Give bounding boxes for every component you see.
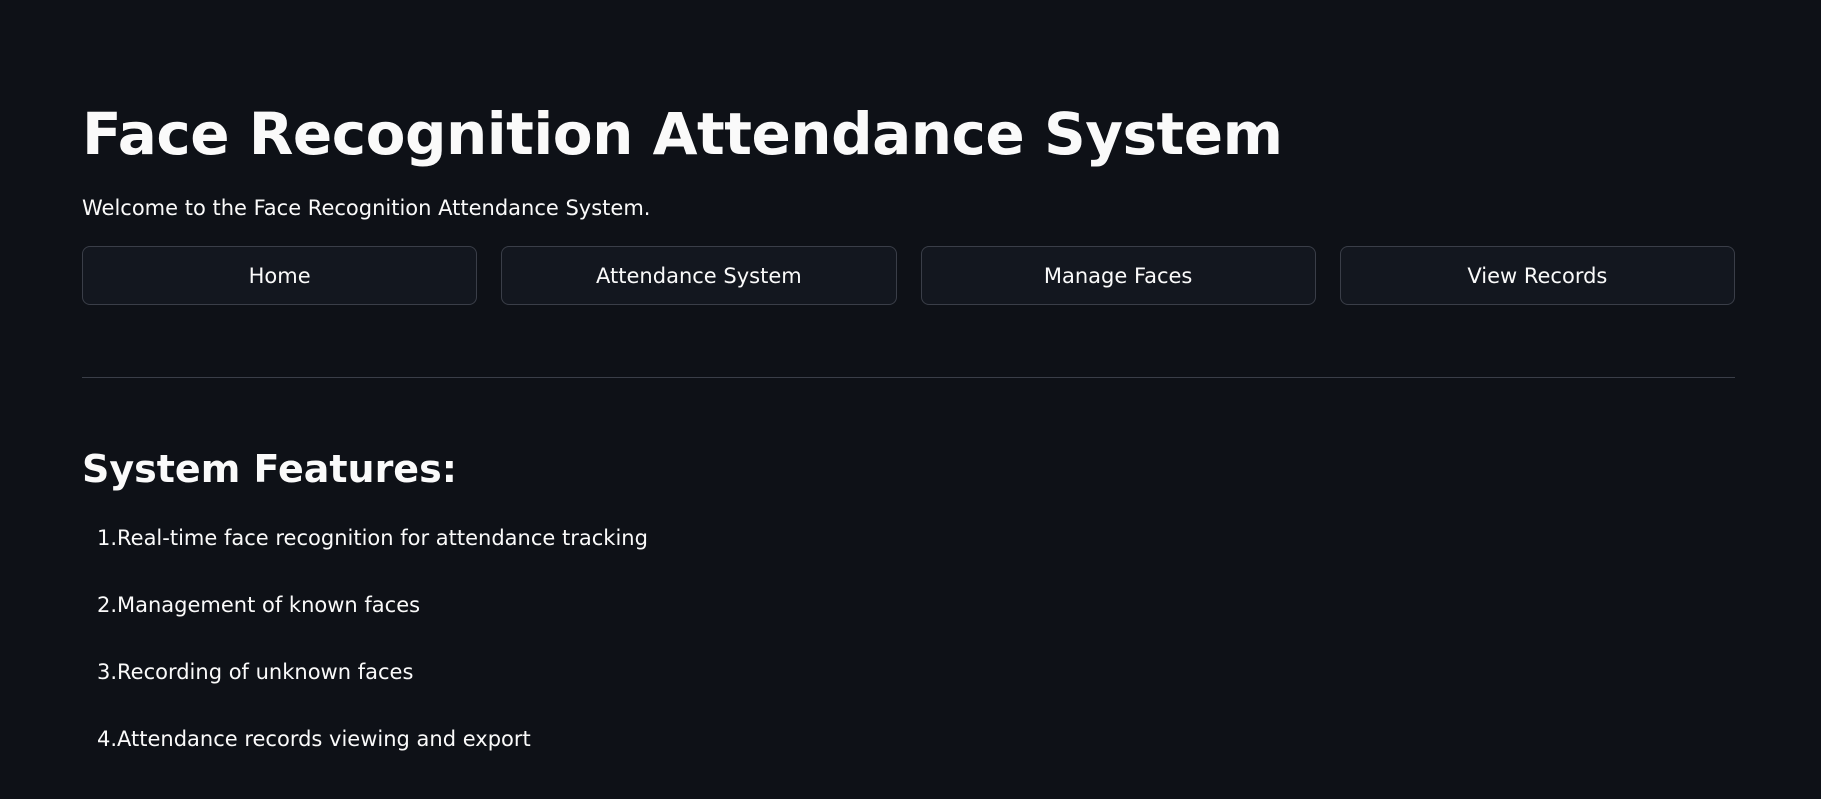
page-title: Face Recognition Attendance System	[82, 100, 1283, 168]
feature-text: Attendance records viewing and export	[117, 727, 531, 751]
feature-text: Management of known faces	[117, 593, 421, 617]
feature-item: 1. Real-time face recognition for attend…	[82, 522, 1739, 554]
main-page: Face Recognition Attendance System Welco…	[0, 0, 1821, 799]
feature-text: Recording of unknown faces	[117, 660, 414, 684]
feature-item: 2. Management of known faces	[82, 589, 1739, 621]
view-records-button[interactable]: View Records	[1339, 246, 1735, 305]
nav-button-row: Home Attendance System Manage Faces View…	[82, 246, 1735, 305]
manage-faces-button[interactable]: Manage Faces	[920, 246, 1316, 305]
feature-item: 4. Attendance records viewing and export	[82, 723, 1739, 755]
features-list: 1. Real-time face recognition for attend…	[82, 522, 1739, 755]
feature-number: 4.	[96, 727, 117, 751]
feature-number: 3.	[96, 660, 117, 684]
section-divider	[82, 377, 1735, 378]
welcome-text: Welcome to the Face Recognition Attendan…	[82, 196, 651, 220]
feature-number: 2.	[96, 593, 117, 617]
attendance-system-button[interactable]: Attendance System	[501, 246, 897, 305]
feature-item: 3. Recording of unknown faces	[82, 656, 1739, 688]
feature-text: Real-time face recognition for attendanc…	[117, 526, 648, 550]
feature-number: 1.	[96, 526, 117, 550]
home-button[interactable]: Home	[82, 246, 478, 305]
features-heading: System Features:	[82, 447, 457, 491]
